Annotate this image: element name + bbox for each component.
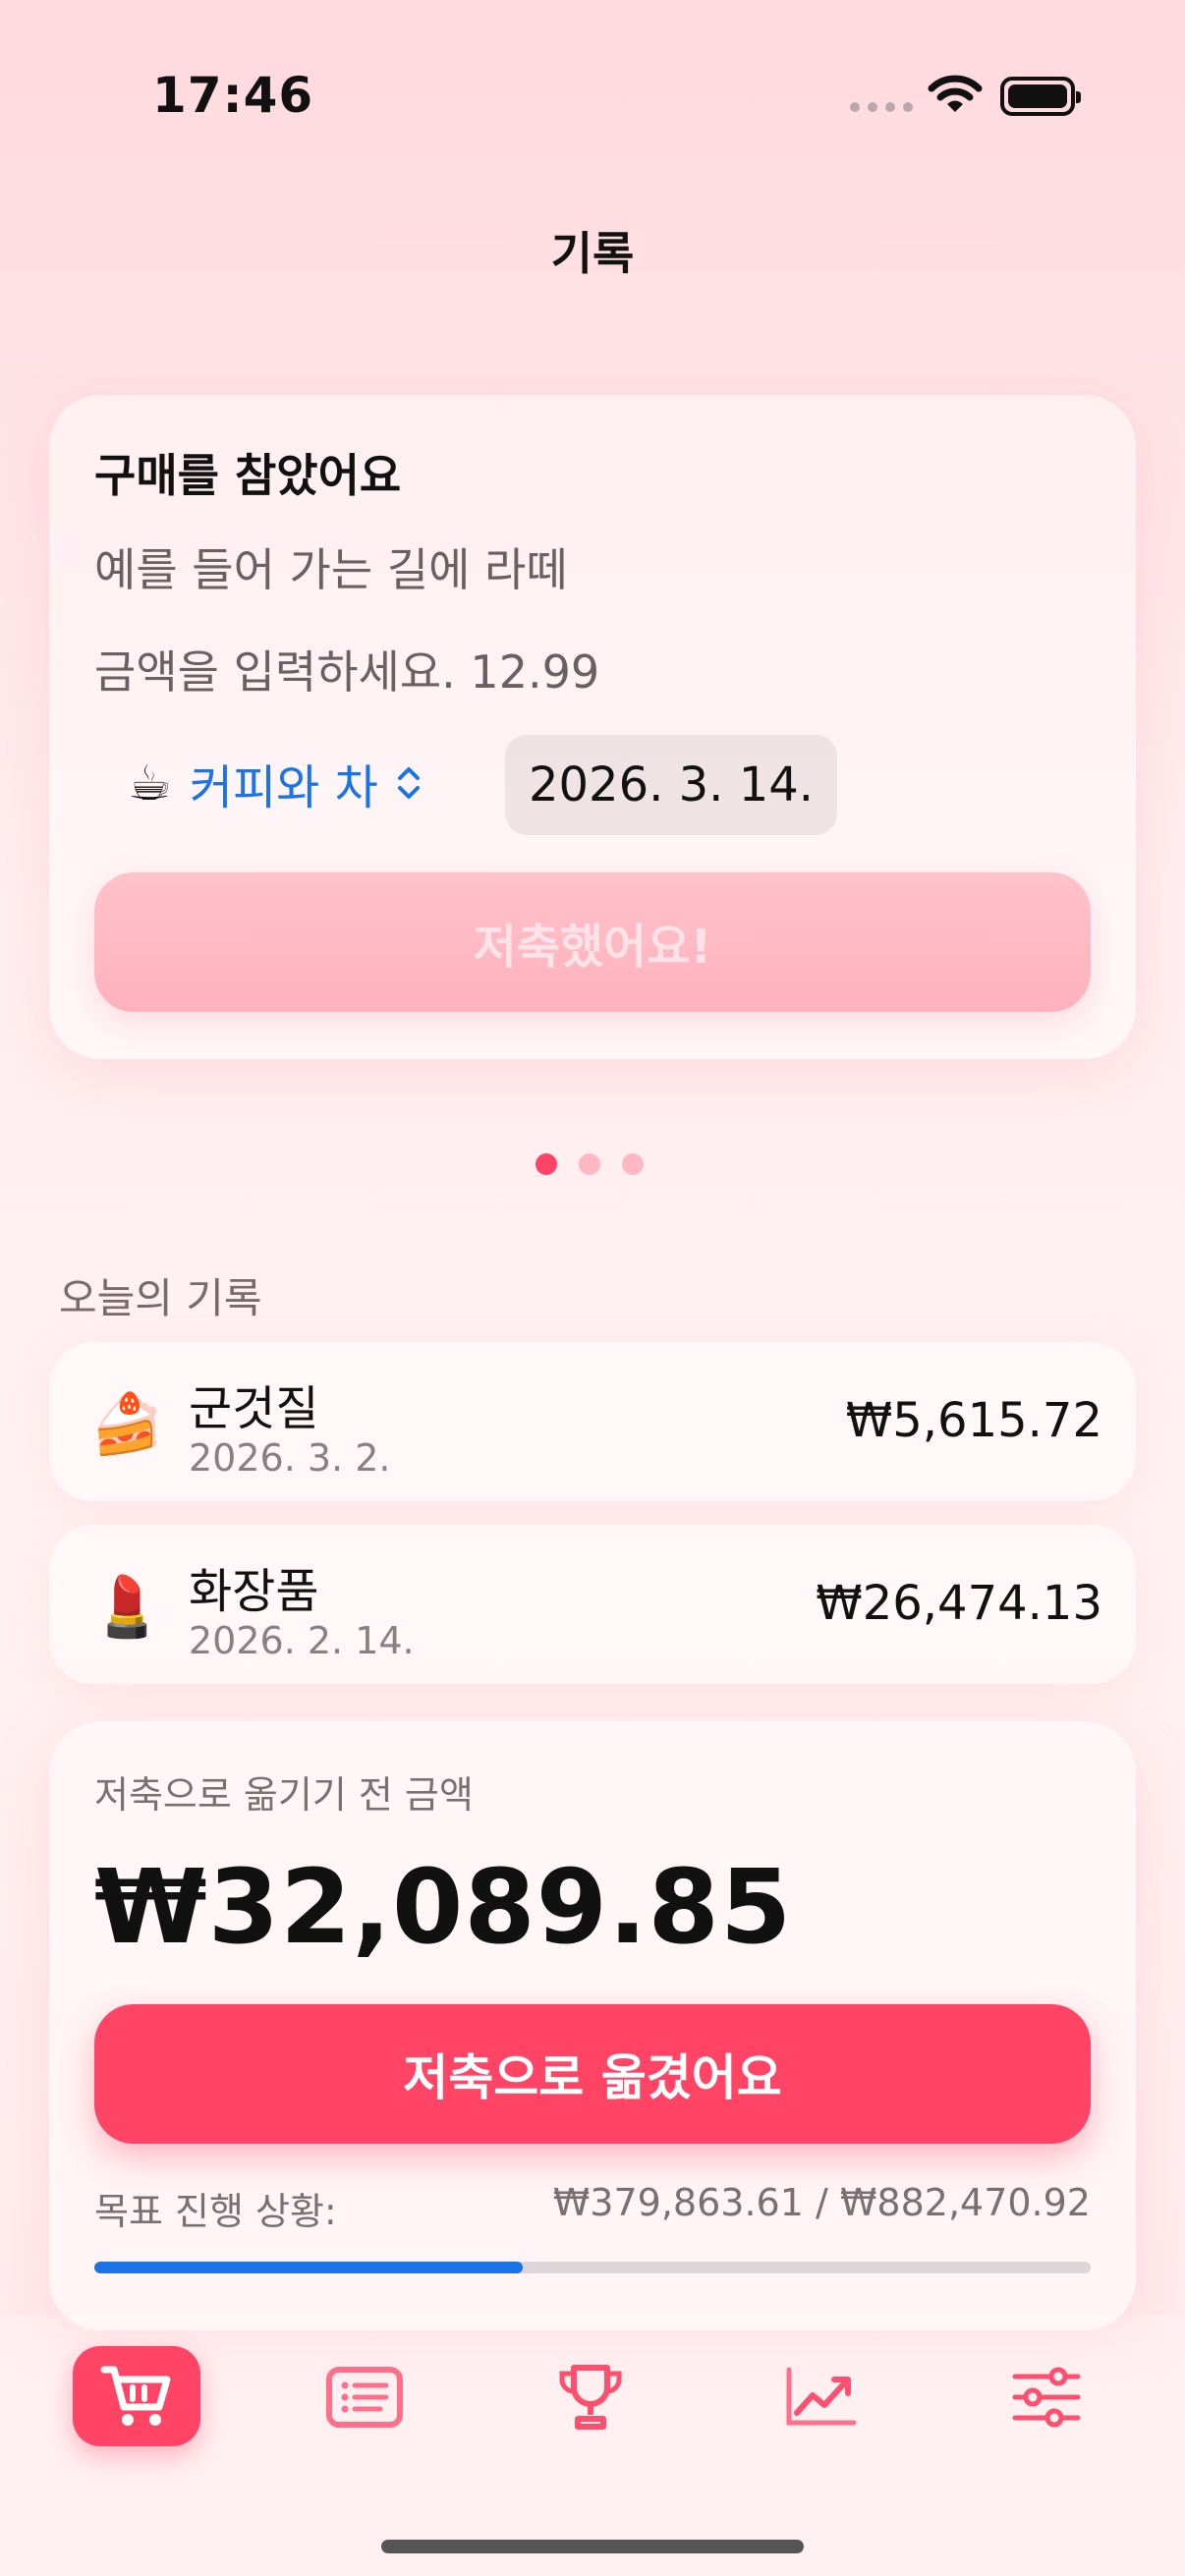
tab-record[interactable] (73, 2346, 200, 2446)
status-time: 17:46 (152, 67, 314, 124)
saved-button[interactable]: 저축했어요! (94, 872, 1091, 1012)
list-item-name: 군것질 (189, 1381, 319, 1436)
tab-history[interactable] (301, 2348, 428, 2446)
tab-goals[interactable] (527, 2348, 654, 2446)
coffee-icon: ☕ (128, 755, 172, 812)
entry-card-title: 구매를 참았어요 (94, 449, 402, 502)
lipstick-icon: 💄 (90, 1573, 164, 1642)
amount-input[interactable]: 금액을 입력하세요. 12.99 (94, 637, 979, 701)
chart-icon (786, 2367, 857, 2426)
page-dot-1[interactable] (536, 1153, 557, 1175)
sliders-icon (1012, 2367, 1081, 2428)
wifi-icon (928, 75, 983, 112)
chevron-up-down-icon (397, 767, 420, 799)
summary-label: 저축으로 옮기기 전 금액 (94, 1773, 474, 1817)
goal-progress-values: ₩379,863.61 / ₩882,470.92 (552, 2181, 1091, 2224)
description-input[interactable]: 예를 들어 가는 길에 라떼 (94, 534, 979, 599)
list-item[interactable]: 🍰 군것질 2026. 3. 2. ₩5,615.72 (49, 1342, 1136, 1501)
date-picker[interactable]: 2026. 3. 14. (505, 735, 837, 835)
signal-dots-icon (850, 102, 913, 112)
goal-progress-bar (94, 2262, 1091, 2273)
cart-icon (100, 2366, 171, 2426)
goal-progress-fill (94, 2262, 524, 2273)
list-item[interactable]: 💄 화장품 2026. 2. 14. ₩26,474.13 (49, 1525, 1136, 1684)
home-indicator (381, 2540, 804, 2553)
page-dot-2[interactable] (579, 1153, 600, 1175)
battery-icon (1000, 77, 1081, 116)
list-item-amount: ₩5,615.72 (845, 1393, 1102, 1448)
move-to-savings-button[interactable]: 저축으로 옮겼어요 (94, 2004, 1091, 2144)
list-item-amount: ₩26,474.13 (816, 1576, 1102, 1631)
page-indicator[interactable] (536, 1153, 644, 1175)
summary-total: ₩32,089.85 (94, 1847, 793, 1967)
category-label: 커피와 차 (189, 760, 378, 815)
cake-icon: 🍰 (90, 1390, 164, 1459)
tab-stats[interactable] (757, 2348, 884, 2446)
page-title: 기록 (550, 227, 635, 280)
category-picker[interactable]: ☕ 커피와 차 (128, 749, 422, 817)
goal-progress-label: 목표 진행 상황: (94, 2190, 337, 2233)
list-icon (326, 2367, 403, 2428)
tab-settings[interactable] (983, 2348, 1110, 2446)
list-item-name: 화장품 (189, 1564, 319, 1619)
list-item-date: 2026. 2. 14. (189, 1619, 415, 1662)
section-header-today: 오늘의 기록 (59, 1274, 262, 1322)
list-item-date: 2026. 3. 2. (189, 1436, 391, 1480)
trophy-icon (559, 2365, 622, 2430)
page-dot-3[interactable] (622, 1153, 644, 1175)
